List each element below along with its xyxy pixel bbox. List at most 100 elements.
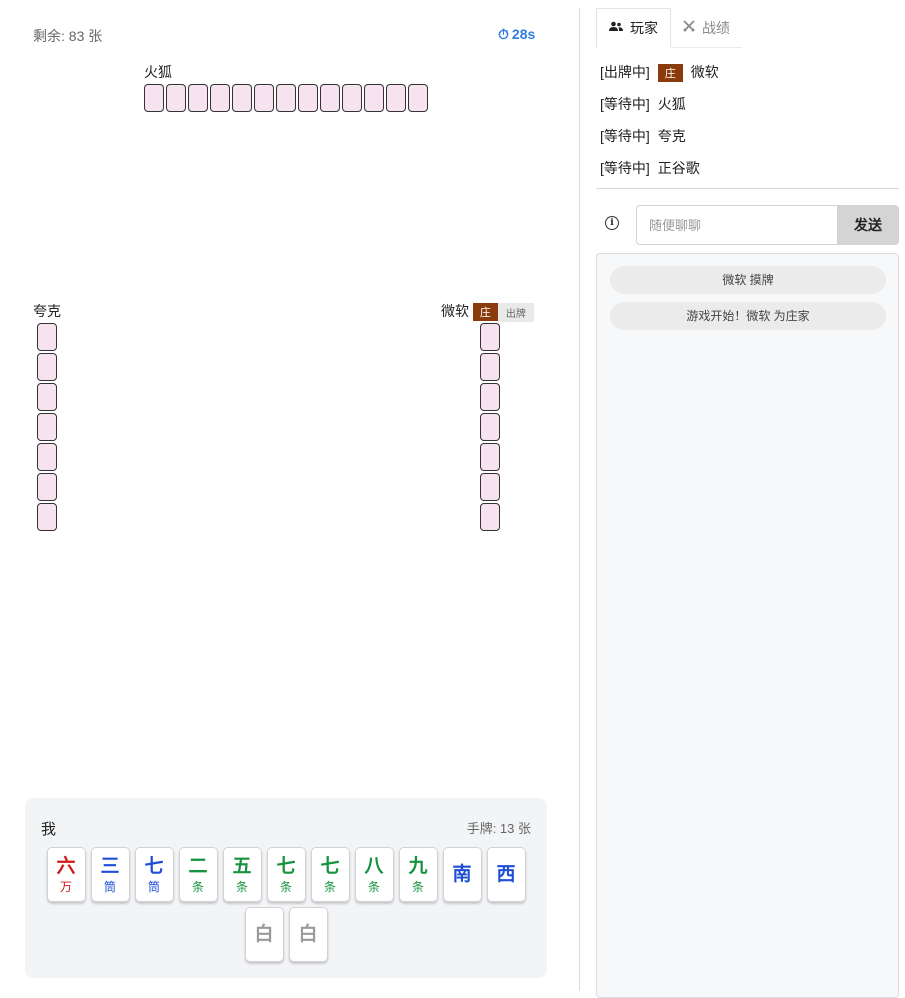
- info-icon[interactable]: i: [605, 216, 619, 230]
- hand-tile[interactable]: 西: [486, 847, 526, 902]
- tile-rank: 六: [56, 855, 76, 877]
- top-player-hand: [144, 84, 430, 112]
- player-list-item: [出牌中] 庄微软: [600, 62, 719, 83]
- left-player-hand: [37, 323, 57, 533]
- tile-rank: 二: [188, 855, 208, 877]
- hand-tile[interactable]: 八条: [354, 847, 394, 902]
- users-icon: [609, 21, 623, 35]
- tile-rank: 白: [298, 923, 318, 945]
- tile-rank: 五: [232, 855, 252, 877]
- player-list-item: [等待中] 火狐: [600, 94, 686, 114]
- tile-rank: 七: [144, 855, 164, 877]
- hand-tile[interactable]: 白: [288, 907, 328, 962]
- tile-back: [37, 473, 57, 501]
- tile-back: [210, 84, 230, 112]
- tile-rank: 八: [364, 855, 384, 877]
- tile-back: [37, 383, 57, 411]
- tile-back: [232, 84, 252, 112]
- tab-records[interactable]: 战绩: [671, 8, 742, 48]
- tile-suit: 筒: [103, 879, 116, 894]
- player-list-item: [等待中] 夸克: [600, 126, 686, 146]
- left-player-name: 夸克: [33, 303, 61, 319]
- tab-players[interactable]: 玩家: [596, 8, 671, 48]
- hand-tile[interactable]: 九条: [398, 847, 438, 902]
- right-player-header: 微软 庄出牌: [441, 301, 534, 322]
- tile-back: [364, 84, 384, 112]
- tile-back: [480, 323, 500, 351]
- player-name: 夸克: [657, 128, 686, 144]
- tab-label: 战绩: [702, 19, 730, 36]
- player-name: 微软: [690, 64, 719, 80]
- tile-back: [480, 503, 500, 531]
- tile-back: [298, 84, 318, 112]
- tile-suit: 筒: [147, 879, 160, 894]
- hand-tile[interactable]: 七筒: [134, 847, 174, 902]
- tile-suit: 万: [59, 879, 72, 894]
- panel-divider: [579, 8, 580, 991]
- tile-rank: 西: [496, 863, 516, 885]
- timer-value: 28s: [511, 26, 536, 42]
- tile-rank: 七: [320, 855, 340, 877]
- tile-back: [188, 84, 208, 112]
- tile-back: [144, 84, 164, 112]
- game-log[interactable]: 微软 摸牌 游戏开始！微软 为庄家: [596, 253, 899, 998]
- tile-back: [480, 413, 500, 441]
- send-button[interactable]: 发送: [837, 205, 899, 245]
- sidebar-divider: [596, 188, 899, 189]
- stopwatch-icon: ⏱: [498, 26, 509, 42]
- tile-back: [342, 84, 362, 112]
- hand-tile[interactable]: 白: [244, 907, 284, 962]
- hand-tile[interactable]: 六万: [46, 847, 86, 902]
- hand-tile[interactable]: 五条: [222, 847, 262, 902]
- tile-suit: 条: [323, 879, 336, 894]
- tile-back: [37, 323, 57, 351]
- dealer-badge: 庄: [657, 64, 683, 83]
- tile-back: [37, 413, 57, 441]
- my-hand-panel: 我 手牌: 13 张 六万 三筒 七筒 二条 五条 七条 七条 八条 九条 南 …: [25, 798, 547, 978]
- tile-back: [254, 84, 274, 112]
- hand-tile[interactable]: 七条: [310, 847, 350, 902]
- log-entry: 游戏开始！微软 为庄家: [610, 302, 886, 330]
- dealer-badge: 庄: [472, 303, 498, 322]
- log-entry: 微软 摸牌: [610, 266, 886, 294]
- discarding-status: 出牌: [497, 302, 534, 322]
- right-player-hand: [480, 323, 500, 533]
- hand-tile[interactable]: 三筒: [90, 847, 130, 902]
- my-player-name: 我: [41, 821, 57, 838]
- player-name: 火狐: [657, 96, 686, 112]
- swords-icon: [683, 20, 695, 35]
- player-list-item: [等待中] 正谷歌: [600, 158, 700, 178]
- hand-tile[interactable]: 二条: [178, 847, 218, 902]
- tile-rank: 三: [100, 855, 120, 877]
- tile-back: [408, 84, 428, 112]
- tile-back: [276, 84, 296, 112]
- player-status: [等待中]: [600, 128, 650, 144]
- hand-row-2: 白 白: [25, 907, 547, 962]
- hand-count: 手牌: 13 张: [466, 821, 531, 836]
- tile-back: [480, 353, 500, 381]
- player-status: [等待中]: [600, 160, 650, 176]
- tile-rank: 七: [276, 855, 296, 877]
- tile-back: [37, 353, 57, 381]
- tile-back: [166, 84, 186, 112]
- remaining-tiles-counter: 剩余: 83 张: [33, 28, 103, 44]
- top-player-name: 火狐: [144, 64, 172, 80]
- tile-suit: 条: [411, 879, 424, 894]
- player-name: 正谷歌: [657, 160, 700, 176]
- chat-input[interactable]: [636, 205, 838, 245]
- tile-suit: 条: [191, 879, 204, 894]
- hand-tile[interactable]: 南: [442, 847, 482, 902]
- tile-back: [386, 84, 406, 112]
- tile-back: [480, 443, 500, 471]
- tile-suit: 条: [279, 879, 292, 894]
- turn-timer: ⏱ 28s: [498, 26, 535, 43]
- player-status: [出牌中]: [600, 64, 650, 80]
- tile-back: [37, 503, 57, 531]
- tile-rank: 九: [408, 855, 428, 877]
- player-status: [等待中]: [600, 96, 650, 112]
- tile-back: [37, 443, 57, 471]
- tile-back: [480, 473, 500, 501]
- tile-suit: 条: [367, 879, 380, 894]
- hand-tile[interactable]: 七条: [266, 847, 306, 902]
- tile-back: [480, 383, 500, 411]
